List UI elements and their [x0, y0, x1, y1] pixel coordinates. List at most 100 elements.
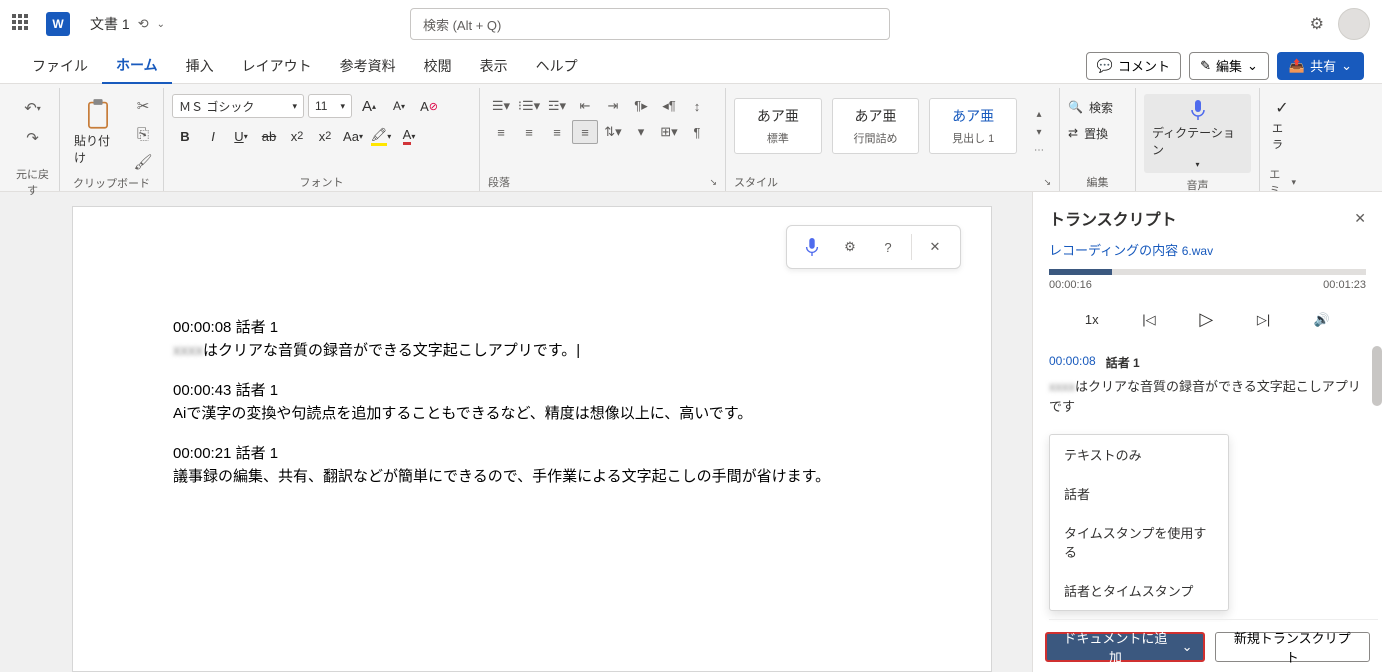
tab-review[interactable]: 校閲: [410, 48, 466, 84]
document-page[interactable]: ⚙ ? ✕ 00:00:08 話者 1 xxxxはクリアな音質の録音ができる文字…: [72, 206, 992, 672]
chevron-down-icon: ⌄: [1182, 639, 1193, 655]
justify-button[interactable]: ≡: [572, 120, 598, 144]
bold-button[interactable]: B: [172, 124, 198, 148]
transcript-entry-partial[interactable]: る文字起こしアプリで: [1049, 619, 1378, 622]
menu-speaker[interactable]: 話者: [1050, 474, 1228, 513]
tab-references[interactable]: 参考資料: [326, 48, 410, 84]
editing-mode-button[interactable]: ✎ 編集 ⌄: [1189, 52, 1269, 80]
redacted-text: xxxx: [173, 342, 203, 359]
dictation-settings-button[interactable]: ⚙: [831, 228, 869, 266]
sort-button[interactable]: ↕: [684, 94, 710, 118]
playback-speed-button[interactable]: 1x: [1085, 312, 1099, 327]
skip-back-button[interactable]: |◁: [1142, 312, 1155, 328]
document-body[interactable]: 00:00:08 話者 1 xxxxはクリアな音質の録音ができる文字起こしアプリ…: [173, 317, 891, 488]
align-left-button[interactable]: ≡: [488, 120, 514, 144]
transcript-list[interactable]: 00:00:08 話者 1 xxxxはクリアな音質の録音ができる文字起こしアプリ…: [1033, 346, 1382, 622]
doc-timestamp: 00:00:43: [173, 382, 231, 399]
tab-help[interactable]: ヘルプ: [522, 48, 592, 84]
align-right-button[interactable]: ≡: [544, 120, 570, 144]
line-spacing-button[interactable]: ⇅▾: [600, 120, 626, 144]
cut-button[interactable]: ✂: [131, 94, 155, 118]
dictation-close-button[interactable]: ✕: [916, 228, 954, 266]
clear-format-button[interactable]: A⊘: [416, 94, 442, 118]
redo-button[interactable]: ↷: [21, 126, 45, 150]
styles-launcher-icon[interactable]: ↘: [1043, 177, 1051, 188]
format-painter-button[interactable]: 🖌: [131, 150, 155, 174]
dictation-help-button[interactable]: ?: [869, 228, 907, 266]
volume-button[interactable]: 🔊: [1314, 312, 1330, 328]
styles-more-button[interactable]: ⋯: [1027, 142, 1051, 158]
shading-button[interactable]: ▾: [628, 120, 654, 144]
highlight-button[interactable]: 🖍 ▾: [368, 124, 394, 148]
new-transcript-button[interactable]: 新規トランスクリプト: [1215, 632, 1370, 662]
tab-view[interactable]: 表示: [466, 48, 522, 84]
mic-button[interactable]: [793, 228, 831, 266]
numbering-button[interactable]: ⁝☰▾: [516, 94, 542, 118]
share-button[interactable]: 📤 共有 ⌄: [1277, 52, 1364, 80]
change-case-button[interactable]: Aa ▾: [340, 124, 366, 148]
bullets-button[interactable]: ☰▾: [488, 94, 514, 118]
comments-button[interactable]: 💬 コメント: [1086, 52, 1181, 80]
grow-font-button[interactable]: A▴: [356, 94, 382, 118]
play-button[interactable]: ▷: [1199, 309, 1213, 330]
font-name-combo[interactable]: ＭＳ ゴシック▾: [172, 94, 304, 118]
recording-filename: 6.wav: [1182, 244, 1213, 258]
borders-button[interactable]: ⊞▾: [656, 120, 682, 144]
multilevel-button[interactable]: ☲▾: [544, 94, 570, 118]
copy-button[interactable]: ⎘: [131, 122, 155, 146]
skip-forward-button[interactable]: ▷|: [1257, 312, 1270, 328]
document-name[interactable]: 文書 1 ⟲ ⌄: [90, 14, 165, 34]
align-center-button[interactable]: ≡: [516, 120, 542, 144]
styles-down-button[interactable]: ▾: [1027, 124, 1051, 140]
style-normal[interactable]: あア亜標準: [734, 98, 822, 154]
clipboard-group-label: クリップボード: [68, 174, 155, 191]
font-color-button[interactable]: A ▾: [396, 124, 422, 148]
style-name: 見出し 1: [952, 130, 994, 146]
find-button[interactable]: 🔍 検索: [1068, 96, 1113, 118]
panel-close-button[interactable]: ✕: [1354, 210, 1366, 227]
app-launcher-icon[interactable]: [12, 14, 32, 34]
subscript-button[interactable]: x2: [284, 124, 310, 148]
font-size-combo[interactable]: 11▾: [308, 94, 352, 118]
paste-button[interactable]: 貼り付け: [68, 94, 127, 170]
document-canvas: ⚙ ? ✕ 00:00:08 話者 1 xxxxはクリアな音質の録音ができる文字…: [0, 192, 1032, 672]
replace-button[interactable]: ⇄ 置換: [1068, 122, 1108, 144]
strikethrough-button[interactable]: ab: [256, 124, 282, 148]
para-group-label: 段落: [488, 174, 510, 190]
undo-button[interactable]: ↶ ▾: [21, 96, 45, 120]
decrease-indent-button[interactable]: ⇤: [572, 94, 598, 118]
italic-button[interactable]: I: [200, 124, 226, 148]
search-input[interactable]: 検索 (Alt + Q): [410, 8, 890, 40]
tab-file[interactable]: ファイル: [18, 48, 102, 84]
rtl-button[interactable]: ◂¶: [656, 94, 682, 118]
tab-home[interactable]: ホーム: [102, 48, 172, 84]
menu-text-only[interactable]: テキストのみ: [1050, 435, 1228, 474]
ribbon: ↶ ▾ ↷ 元に戻す 貼り付け ✂ ⎘ 🖌 クリップボード ＭＳ ゴシック▾ 1…: [0, 84, 1382, 192]
dictate-button[interactable]: ディクテーション ▾: [1144, 94, 1251, 173]
doc-speaker: 話者 1: [236, 445, 279, 462]
recording-link[interactable]: レコーディングの内容 6.wav: [1033, 240, 1382, 269]
para-launcher-icon[interactable]: ↘: [709, 177, 717, 188]
user-avatar[interactable]: [1338, 8, 1370, 40]
tab-layout[interactable]: レイアウト: [228, 48, 326, 84]
menu-speaker-timestamp[interactable]: 話者とタイムスタンプ: [1050, 571, 1228, 610]
increase-indent-button[interactable]: ⇥: [600, 94, 626, 118]
shrink-font-button[interactable]: A▾: [386, 94, 412, 118]
tab-insert[interactable]: 挿入: [172, 48, 228, 84]
playback-progress[interactable]: [1049, 269, 1366, 275]
ltr-button[interactable]: ¶▸: [628, 94, 654, 118]
word-app-icon[interactable]: W: [46, 12, 70, 36]
add-to-document-button[interactable]: ドキュメントに追加 ⌄: [1045, 632, 1205, 662]
editor-icon[interactable]: ✓: [1275, 98, 1288, 118]
show-marks-button[interactable]: ¶: [684, 120, 710, 144]
doc-line: 議事録の編集、共有、翻訳などが簡単にできるので、手作業による文字起こしの手間が省…: [173, 468, 830, 485]
settings-icon[interactable]: ⚙: [1310, 14, 1324, 34]
underline-button[interactable]: U ▾: [228, 124, 254, 148]
styles-up-button[interactable]: ▴: [1027, 106, 1051, 122]
current-time: 00:00:16: [1049, 279, 1092, 291]
style-heading1[interactable]: あア亜見出し 1: [929, 98, 1017, 154]
menu-timestamp[interactable]: タイムスタンプを使用する: [1050, 513, 1228, 571]
style-no-spacing[interactable]: あア亜行間詰め: [832, 98, 920, 154]
superscript-button[interactable]: x2: [312, 124, 338, 148]
transcript-entry[interactable]: 00:00:08 話者 1 xxxxはクリアな音質の録音ができる文字起こしアプリ…: [1049, 346, 1378, 426]
